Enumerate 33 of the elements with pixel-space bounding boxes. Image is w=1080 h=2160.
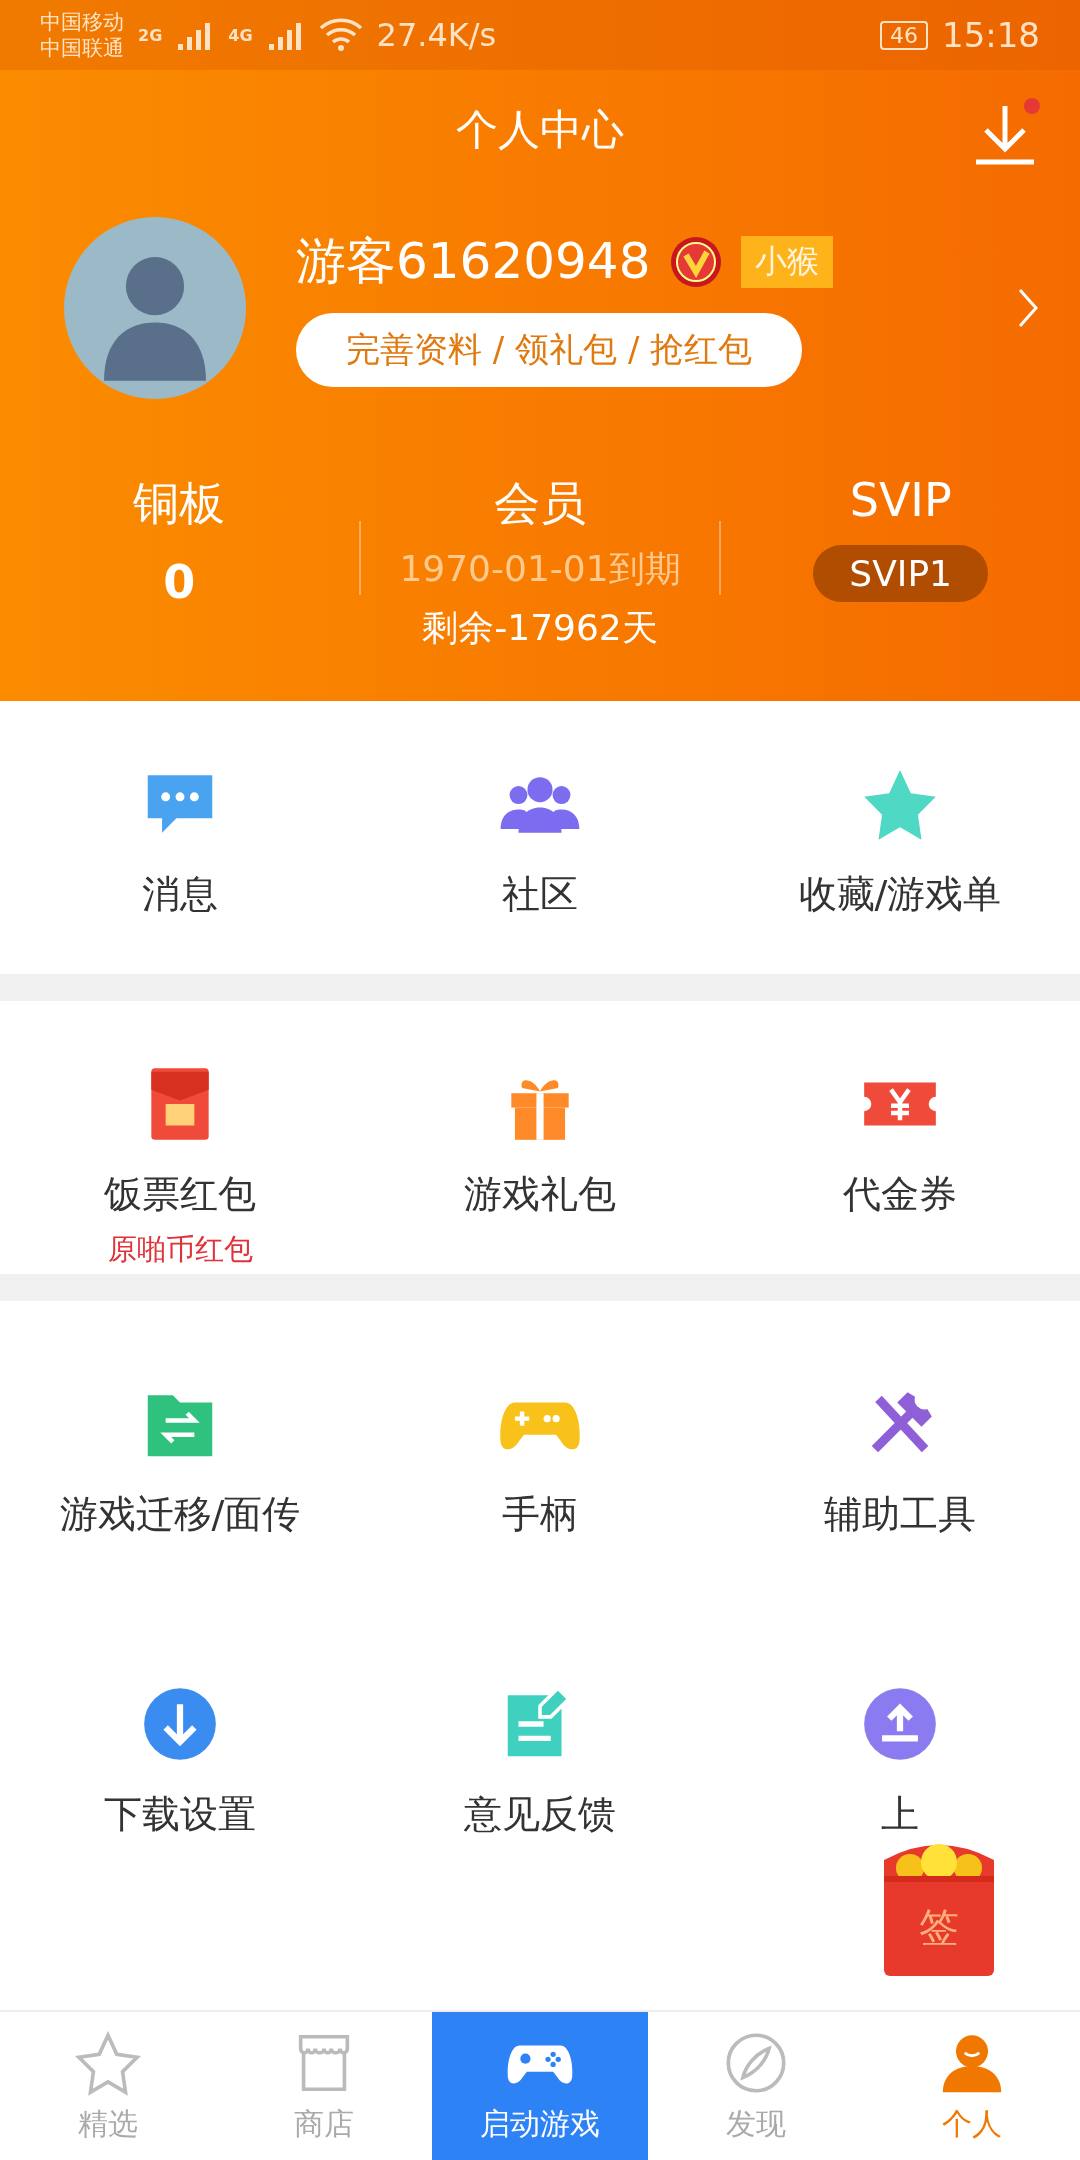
clock-time: 15:18	[942, 15, 1040, 55]
menu-label: 上	[881, 1791, 919, 1838]
expiry-date: 1970-01-01到期	[399, 547, 681, 591]
stat-label: 会员	[494, 475, 586, 532]
stat-label: 铜板	[133, 475, 226, 532]
stat-label: SVIP	[849, 473, 952, 527]
menu-label: 辅助工具	[824, 1491, 976, 1538]
svip-badge: SVIP1	[813, 545, 989, 602]
menu-label: 饭票红包	[104, 1171, 256, 1218]
menu-label: 代金券	[843, 1171, 957, 1218]
username: 游客61620948	[296, 231, 651, 292]
carrier-name: 中国移动	[40, 9, 124, 35]
network-type: 4G	[228, 25, 253, 45]
level-tag: 小猴	[740, 235, 833, 288]
menu-label: 下载设置	[104, 1791, 256, 1838]
menu-label: 游戏礼包	[464, 1171, 616, 1218]
network-type: 2G	[138, 25, 163, 45]
carrier-name: 中国联通	[40, 35, 124, 61]
avatar[interactable]	[64, 216, 246, 399]
battery-level: 46	[880, 20, 928, 50]
network-speed: 27.4K/s	[376, 16, 497, 54]
menu-label: 收藏/游戏单	[798, 871, 1002, 918]
page-title: 个人中心	[456, 104, 624, 156]
menu-label: 游戏迁移/面传	[59, 1491, 301, 1538]
stat-value: 0	[163, 555, 196, 609]
menu-label: 意见反馈	[464, 1791, 616, 1838]
menu-label: 社区	[502, 871, 578, 918]
wifi-icon	[318, 18, 363, 52]
nav-tab[interactable]: 启动游戏	[432, 2012, 648, 2160]
menu-label: 手柄	[502, 1491, 578, 1538]
menu-label: 消息	[142, 871, 218, 918]
days-remaining: 剩余-17962天	[422, 606, 658, 650]
menu-sublabel: 原啪币红包	[107, 1231, 253, 1268]
